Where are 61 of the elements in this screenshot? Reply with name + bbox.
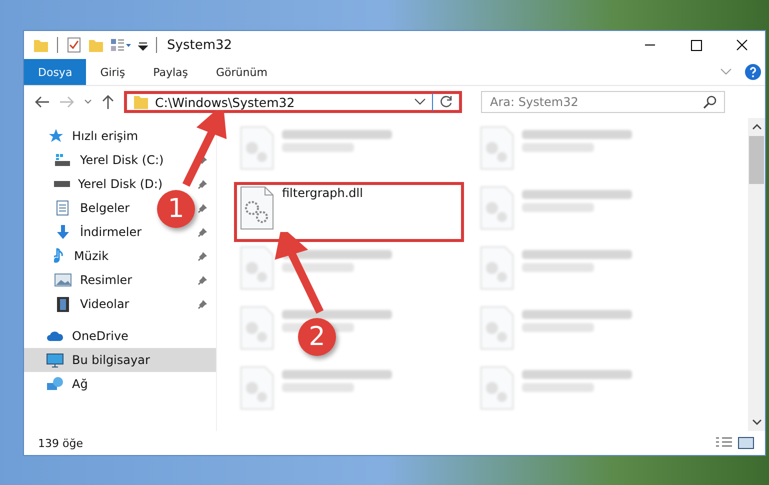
network-icon	[46, 376, 64, 392]
ribbon-tab[interactable]: Paylaş	[139, 59, 202, 85]
sidebar-label: Bu bilgisayar	[72, 353, 150, 367]
blurred-file-icon	[480, 366, 514, 410]
disk-c-icon	[54, 152, 72, 168]
sidebar-item[interactable]: Bu bilgisayar	[24, 348, 216, 372]
blurred-file-icon	[480, 306, 514, 350]
sidebar-item[interactable]: Hızlı erişim	[72, 129, 138, 143]
file-item[interactable]: filtergraph.dll	[234, 182, 464, 242]
blurred-text-bar	[522, 203, 594, 212]
properties-icon[interactable]	[66, 37, 82, 53]
blurred-file-icon	[240, 246, 274, 290]
up-arrow-icon[interactable]	[101, 94, 115, 110]
sidebar-item[interactable]: Yerel Disk (D:)	[78, 177, 163, 191]
blurred-file-icon	[480, 246, 514, 290]
music-icon	[54, 248, 66, 264]
file-name: filtergraph.dll	[282, 186, 363, 202]
ribbon-tab[interactable]: Giriş	[86, 59, 140, 85]
sidebar-item[interactable]: Belgeler	[80, 201, 130, 215]
scroll-up-icon[interactable]	[752, 123, 762, 131]
window-title: System32	[167, 38, 232, 52]
sidebar-item[interactable]: OneDrive	[72, 329, 128, 343]
blurred-text-bar	[522, 323, 594, 332]
search-field[interactable]: Ara: System32	[481, 91, 725, 113]
blurred-file-icon	[480, 126, 514, 170]
scrollbar-thumb[interactable]	[749, 136, 764, 184]
chevron-down-icon[interactable]	[84, 99, 92, 105]
refresh-icon[interactable]	[439, 95, 453, 109]
help-icon[interactable]	[745, 64, 761, 80]
sidebar-item[interactable]: Resimler	[80, 273, 132, 287]
blurred-text-bar	[522, 143, 594, 152]
blurred-file-icon	[480, 186, 514, 230]
blurred-text-bar	[522, 383, 594, 392]
chevron-down-icon[interactable]	[414, 98, 426, 106]
ribbon-tab[interactable]: Görünüm	[202, 59, 282, 85]
blurred-file-icon	[240, 126, 274, 170]
address-bar[interactable]: C:\Windows\System32	[124, 91, 462, 113]
back-arrow-icon[interactable]	[34, 95, 50, 109]
sidebar-item[interactable]: Yerel Disk (C:)	[80, 153, 164, 167]
search-icon[interactable]	[703, 95, 717, 109]
ribbon-tab[interactable]: Dosya	[24, 59, 86, 85]
blurred-text-bar	[282, 383, 354, 392]
blurred-text-bar	[282, 143, 354, 152]
sidebar-item[interactable]: Videolar	[80, 297, 130, 311]
sidebar-item[interactable]: İndirmeler	[80, 225, 142, 239]
large-icons-view-icon[interactable]	[737, 436, 755, 450]
folder-path: C:\Windows\System32	[155, 94, 296, 110]
blurred-file-icon	[240, 306, 274, 350]
scroll-down-icon[interactable]	[752, 418, 762, 426]
folder-icon	[133, 94, 149, 110]
dll-file-icon	[240, 186, 274, 230]
pictures-icon	[54, 272, 72, 288]
download-icon	[54, 224, 72, 240]
sidebar-item[interactable]: Ağ	[72, 377, 88, 391]
blurred-text-bar	[522, 263, 594, 272]
computer-icon	[46, 352, 64, 368]
blurred-file-icon	[240, 366, 274, 410]
videos-icon	[54, 296, 72, 312]
item-count: 139 öğe	[38, 436, 83, 450]
sidebar-item[interactable]: Müzik	[74, 249, 109, 263]
view-icon[interactable]	[110, 37, 132, 53]
